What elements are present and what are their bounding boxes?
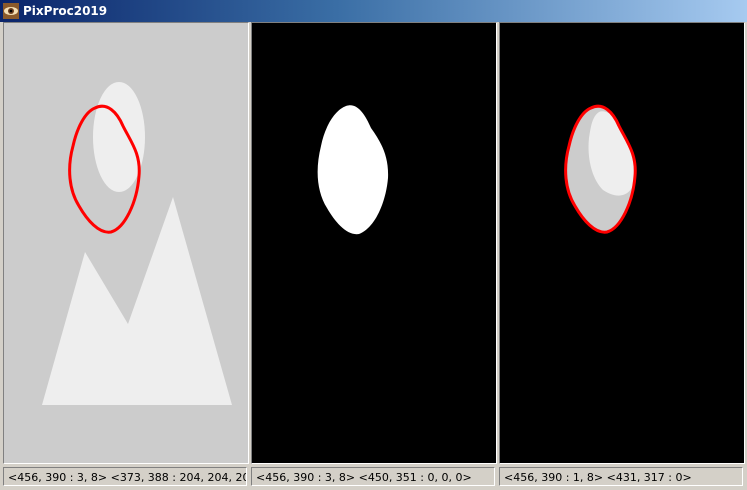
- mask-background: [251, 22, 497, 464]
- result-background: [499, 22, 745, 464]
- masked-result-canvas: [499, 22, 745, 464]
- status-original: <456, 390 : 3, 8> <373, 388 : 204, 204, …: [3, 467, 247, 486]
- original-image-pane[interactable]: [3, 22, 249, 464]
- window-title: PixProc2019: [23, 4, 108, 18]
- status-bar: <456, 390 : 3, 8> <373, 388 : 204, 204, …: [0, 464, 747, 490]
- binary-mask-pane[interactable]: [251, 22, 497, 464]
- original-image-canvas: [3, 22, 249, 464]
- title-bar[interactable]: PixProc2019: [0, 0, 747, 22]
- status-mask: <456, 390 : 3, 8> <450, 351 : 0, 0, 0>: [251, 467, 495, 486]
- oval-shape: [93, 82, 145, 192]
- masked-result-pane[interactable]: [499, 22, 745, 464]
- status-result: <456, 390 : 1, 8> <431, 317 : 0>: [499, 467, 743, 486]
- app-eye-icon[interactable]: [3, 3, 19, 19]
- binary-mask-canvas: [251, 22, 497, 464]
